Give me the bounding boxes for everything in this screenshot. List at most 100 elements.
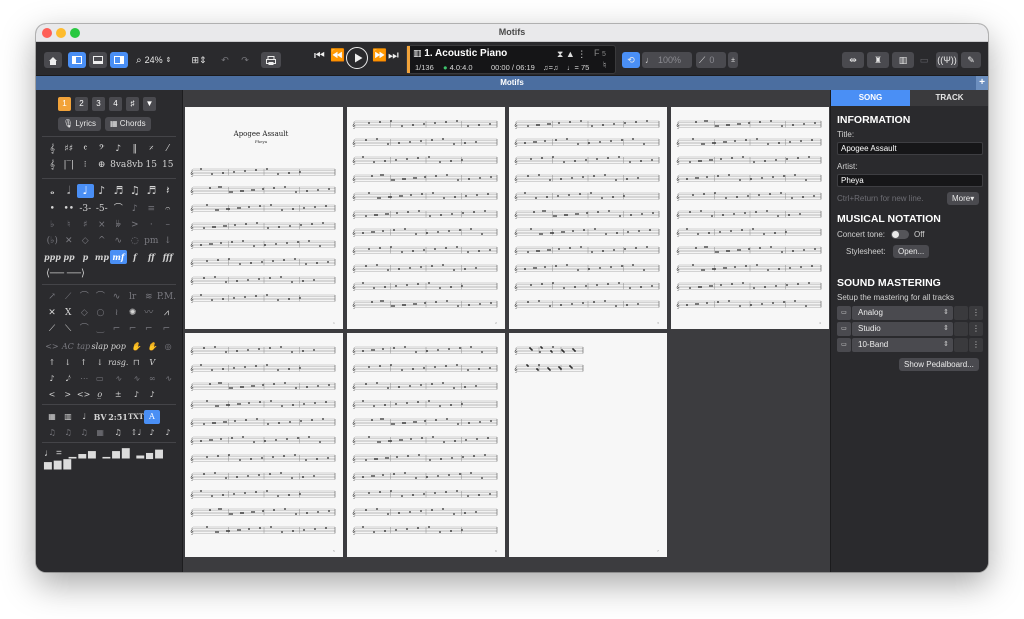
loop-icon-small[interactable]: ∞	[144, 372, 160, 386]
blank-icon[interactable]	[160, 356, 176, 370]
accent-icon[interactable]: >	[127, 218, 144, 232]
score-page[interactable]: 𝄞 𝄞 𝄞 𝄞 𝄞 𝄞 𝄞 𝄞 𝄞 𝄞 𝄞 6	[347, 333, 505, 557]
open-hand-icon[interactable]: ✋	[144, 340, 160, 354]
voice-1-button[interactable]: 1	[58, 97, 71, 111]
metronome-icon[interactable]: ⧗ ▲ ⋮	[557, 49, 586, 60]
wide-vibrato-icon[interactable]: ∿	[110, 234, 127, 248]
eighth-dot-icon[interactable]: ♪	[128, 388, 144, 402]
dot-icon[interactable]: •	[44, 202, 61, 216]
stem2-icon[interactable]: ♪	[160, 426, 176, 440]
octave-up-icon[interactable]: 8va	[110, 158, 126, 172]
bypass-button[interactable]	[954, 338, 968, 352]
dynamic-ppp[interactable]: ppp	[44, 250, 61, 264]
wave2-icon[interactable]: ∿	[160, 372, 176, 386]
pan-control[interactable]: ⟋ 0	[696, 52, 726, 68]
mastering-select-10band[interactable]: 10-Band ⇕	[852, 338, 953, 352]
arrow-up-icon[interactable]: ↑	[76, 356, 92, 370]
pan-automation-icon[interactable]: ▂▄▆	[136, 448, 164, 459]
voice-4-button[interactable]: 4	[109, 97, 122, 111]
octave-down-icon[interactable]: 8vb	[126, 158, 143, 172]
marcato-icon[interactable]: ^	[94, 234, 111, 248]
clef-change-icon[interactable]: 𝄢	[93, 142, 110, 156]
big-x-icon[interactable]: X	[60, 306, 76, 320]
view-panel-bottom-button[interactable]	[89, 52, 107, 68]
double-sharp-icon[interactable]: ×	[94, 218, 111, 232]
natural-icon[interactable]: ♮	[61, 218, 78, 232]
pop-technique[interactable]: pop	[108, 340, 128, 354]
decrescendo-icon[interactable]: ──⟩	[67, 268, 85, 279]
double-flat-icon[interactable]: 𝄫	[110, 218, 127, 232]
table-icon[interactable]: ▥	[60, 410, 76, 424]
sixteenth-dot-icon[interactable]: ♪	[144, 388, 160, 402]
wave-icon[interactable]: ∿	[108, 372, 128, 386]
slide-out-icon[interactable]: ⟍	[60, 322, 76, 336]
grace-note-icon[interactable]: ♪	[44, 372, 60, 386]
bypass-button[interactable]	[954, 322, 968, 336]
new-tab-button[interactable]: +	[976, 76, 988, 90]
mastering-select-analog[interactable]: Analog ⇕	[852, 306, 953, 320]
tracks-button[interactable]: ⇹	[842, 52, 864, 68]
tuplet-icon[interactable]: |‾|	[60, 158, 76, 172]
row-menu-button[interactable]: ⋮	[969, 306, 983, 320]
stroke-icon[interactable]: ↓	[160, 234, 177, 248]
rasgueado-icon[interactable]: ≋	[141, 290, 157, 304]
master-volume-icon[interactable]: ▁▅▇	[102, 448, 131, 459]
bar-icon[interactable]: ⌐	[141, 322, 157, 336]
slide-in-icon[interactable]: ⟋	[44, 322, 60, 336]
artist-field[interactable]: Pheya	[837, 174, 983, 187]
view-panel-right-button[interactable]	[110, 52, 128, 68]
vibrato-icon[interactable]: ∿	[108, 290, 124, 304]
effect-chip-icon[interactable]: ▭	[837, 338, 851, 352]
pull-icon[interactable]: ⌒	[92, 290, 108, 304]
voice-3-button[interactable]: 3	[92, 97, 105, 111]
rest-icon[interactable]: 𝄽	[160, 184, 177, 198]
auto-beam-icon[interactable]: ♫	[108, 426, 128, 440]
pickup-icon[interactable]: ♪	[110, 142, 126, 156]
dynamic-ff[interactable]: ff	[143, 250, 159, 264]
sharp-icon[interactable]: ♯	[77, 218, 94, 232]
tuplet-5-icon[interactable]: -5-	[94, 202, 111, 216]
lyrics-button[interactable]: 🎙 Lyrics	[58, 117, 101, 131]
tap-arc-icon[interactable]: ⌒	[76, 322, 92, 336]
dynamic-pp[interactable]: pp	[61, 250, 77, 264]
chords-button[interactable]: ▦ Chords	[104, 117, 151, 131]
fast-forward-button[interactable]: ⏩	[372, 48, 387, 62]
tremolo-icon[interactable]: ≡	[143, 202, 160, 216]
time-sig-icon[interactable]: 𝄴	[77, 142, 93, 156]
let-ring-icon[interactable]: ◌	[127, 234, 144, 248]
grid-icon[interactable]: ▦	[44, 410, 60, 424]
keyboard-view-button[interactable]: ▥	[892, 52, 914, 68]
tempo-automation-icon[interactable]: ♩=	[44, 448, 64, 459]
gt-icon[interactable]: >	[60, 388, 76, 402]
text-tool[interactable]: TXT	[128, 410, 144, 424]
32nd-note-icon[interactable]: ♫	[127, 184, 144, 198]
coda-icon[interactable]: ⊕	[93, 158, 110, 172]
15mb-icon[interactable]: 15	[160, 158, 177, 172]
downstroke-icon[interactable]: ⊓	[128, 356, 144, 370]
clef-icon[interactable]: 𝄞	[44, 142, 60, 156]
current-track[interactable]: ▥ 1. Acoustic Piano	[413, 48, 507, 59]
tenuto-icon[interactable]: –	[160, 218, 177, 232]
double-dot-icon[interactable]: ••	[61, 202, 78, 216]
undo-button[interactable]: ↶	[216, 52, 234, 68]
rasg-technique[interactable]: rasg.	[108, 356, 128, 370]
beam2-icon[interactable]: ♫	[60, 426, 76, 440]
tab-song[interactable]: SONG	[831, 90, 910, 106]
beam3-icon[interactable]: ♫	[76, 426, 92, 440]
dynamic-mp[interactable]: mp	[94, 250, 110, 264]
loop-button[interactable]: ⟲	[622, 52, 640, 68]
palm-mute-text-icon[interactable]: P.M.	[157, 290, 176, 304]
volume-control[interactable]: ♩ 100%	[642, 52, 692, 68]
hand-icon[interactable]: ✋	[128, 340, 144, 354]
treble-icon[interactable]: 𝄞	[44, 158, 60, 172]
print-button[interactable]	[261, 52, 281, 68]
quarter-small-icon[interactable]: ♩	[76, 410, 92, 424]
bypass-button[interactable]	[954, 306, 968, 320]
slide-icon[interactable]: ⟋	[60, 290, 76, 304]
row-menu-button[interactable]: ⋮	[969, 338, 983, 352]
go-to-end-button[interactable]: ⏭	[388, 48, 399, 63]
volume-automation-icon[interactable]: ▁▃▅	[69, 448, 98, 459]
golpe-icon[interactable]: ⌐	[108, 322, 124, 336]
score-view[interactable]: 𝄞 𝄞 𝄞 𝄞 𝄞 𝄞 𝄞 𝄞 1 𝄞 𝄞 𝄞 𝄞 𝄞 𝄞 𝄞 𝄞 𝄞 𝄞 𝄞 2 𝄞 𝄞 𝄞 𝄞 𝄞 𝄞 𝄞 𝄞 𝄞 𝄞 𝄞 3 𝄞 𝄞 𝄞 𝄞 𝄞 𝄞 𝄞…	[183, 90, 830, 572]
dead-icon[interactable]: ✕	[44, 306, 60, 320]
